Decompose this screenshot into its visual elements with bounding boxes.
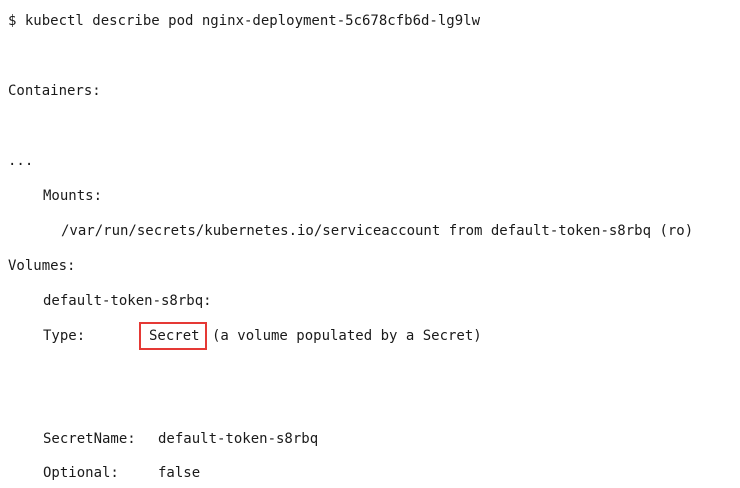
type-value: Secret <box>149 328 200 344</box>
containers-label: Containers: <box>8 83 101 99</box>
type-description: (a volume populated by a Secret) <box>212 328 482 344</box>
optional-value: false <box>158 465 201 481</box>
terminal-output: $ kubectl describe pod nginx-deployment-… <box>0 0 740 488</box>
mounts-label: Mounts: <box>43 188 103 204</box>
ellipsis: ... <box>8 153 34 169</box>
secret-name-value: default-token-s8rbq <box>158 431 319 447</box>
secret-name-label: SecretName: <box>43 431 136 447</box>
type-label: Type: <box>43 328 86 344</box>
volumes-label: Volumes: <box>8 258 76 274</box>
optional-label: Optional: <box>43 465 119 481</box>
mount-path: /var/run/secrets/kubernetes.io/serviceac… <box>61 223 694 239</box>
volume-name: default-token-s8rbq: <box>43 293 212 309</box>
command-line: $ kubectl describe pod nginx-deployment-… <box>8 13 481 29</box>
